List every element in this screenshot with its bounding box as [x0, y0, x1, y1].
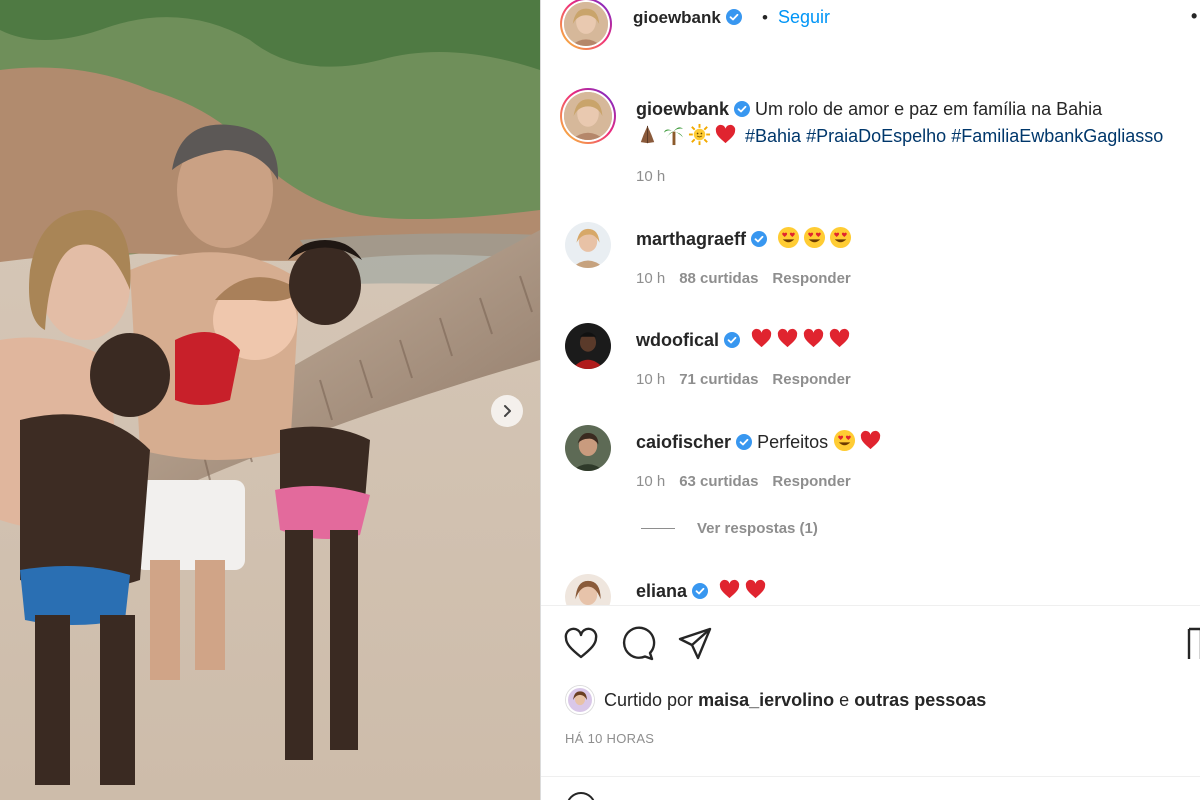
heart-eyes-icon [803, 226, 826, 249]
comment-body: eliana [636, 578, 770, 602]
comment-time[interactable]: 10 h [636, 473, 665, 490]
comment-body: wdoofical [636, 327, 854, 351]
comment-username[interactable]: wdoofical [636, 330, 719, 350]
comment-body: marthagraeff [636, 226, 855, 250]
red-heart-icon [750, 327, 773, 350]
liked-by-user[interactable]: maisa_iervolino [698, 690, 834, 711]
hashtag-familia[interactable]: #FamiliaEwbankGagliasso [951, 126, 1163, 146]
comment-time[interactable]: 10 h [636, 371, 665, 388]
liked-by-prefix: Curtido por [604, 689, 694, 710]
comments-list[interactable]: marthagraeff 10 h 88 curtidas Responder wd… [541, 200, 1200, 605]
comment-meta: 10 h 71 curtidas Responder [636, 371, 865, 388]
reply-button[interactable]: Responder [772, 270, 850, 287]
posted-ago[interactable]: HÁ 10 HORAS [565, 731, 654, 746]
view-replies-label[interactable]: Ver respostas (1) [697, 520, 818, 537]
comment-meta: 10 h 88 curtidas Responder [636, 270, 865, 287]
comment-time[interactable]: 10 h [636, 270, 665, 287]
author-username-text[interactable]: gioewbank [633, 8, 721, 27]
liker-avatar[interactable] [566, 686, 594, 714]
red-heart-icon [859, 429, 882, 452]
red-heart-icon [714, 123, 737, 146]
beach-family-photo [0, 0, 540, 800]
verified-badge-icon [751, 231, 768, 247]
comment-box-divider [541, 776, 1200, 777]
post-side-panel: gioewbank • Seguir • gioewbank Um rolo d… [540, 0, 1200, 800]
caption-avatar[interactable] [560, 88, 616, 144]
heart-eyes-icon [829, 226, 852, 249]
heart-eyes-icon [777, 226, 800, 249]
chevron-right-icon [504, 405, 511, 417]
post-header: gioewbank • Seguir • [541, 0, 1200, 50]
caption-text: Um rolo de amor e paz em família na Bahi… [755, 99, 1103, 119]
caption-avatar-image [564, 92, 612, 140]
comment-likes[interactable]: 63 curtidas [679, 473, 758, 490]
sun-face-icon [688, 123, 711, 146]
comment-body: caiofischer Perfeitos [636, 429, 885, 453]
replies-divider [641, 528, 675, 529]
commenter-avatar[interactable] [565, 323, 611, 369]
comment-item: marthagraeff 10 h 88 curtidas Responder [541, 222, 1200, 312]
comment-likes[interactable]: 88 curtidas [679, 270, 758, 287]
reply-button[interactable]: Responder [772, 473, 850, 490]
comment-username[interactable]: eliana [636, 581, 687, 601]
bookmark-icon [1187, 627, 1200, 659]
caption-text-block: gioewbank Um rolo de amor e paz em famíl… [636, 96, 1196, 150]
author-username[interactable]: gioewbank [633, 8, 742, 28]
verified-badge-icon [692, 583, 709, 599]
comment-text: Perfeitos [757, 432, 829, 452]
caption-username[interactable]: gioewbank [636, 99, 729, 119]
comment-item: wdoofical 10 h 71 curtidas Responder [541, 323, 1200, 413]
red-heart-icon [744, 578, 767, 601]
verified-badge-icon [724, 332, 741, 348]
comment-bubble-icon [622, 626, 656, 661]
verified-badge-icon [736, 434, 753, 450]
view-replies-button[interactable]: Ver respostas (1) [641, 520, 818, 537]
heart-icon [564, 627, 598, 659]
follow-button[interactable]: Seguir [778, 7, 830, 28]
comment-item: eliana [541, 574, 1200, 605]
red-heart-icon [718, 578, 741, 601]
comment-likes[interactable]: 71 curtidas [679, 371, 758, 388]
post-photo[interactable] [0, 0, 540, 800]
caption-time[interactable]: 10 h [636, 168, 665, 185]
commenter-avatar[interactable] [565, 222, 611, 268]
red-heart-icon [828, 327, 851, 350]
comment-meta: 10 h 63 curtidas Responder [636, 473, 865, 490]
emoji-picker-icon[interactable] [566, 792, 596, 800]
next-photo-button[interactable] [491, 395, 523, 427]
comment-button[interactable] [620, 626, 656, 662]
liked-by-others[interactable]: outras pessoas [854, 690, 986, 711]
verified-badge-icon [734, 101, 751, 117]
comment-item: caiofischer Perfeitos 10 h 63 curtidas Res… [541, 425, 1200, 515]
share-button[interactable] [677, 626, 713, 662]
author-avatar-image [564, 2, 608, 46]
comment-username[interactable]: caiofischer [636, 432, 731, 452]
header-separator: • [762, 8, 768, 27]
commenter-avatar[interactable] [565, 574, 611, 605]
folded-hands-icon [636, 123, 659, 146]
more-options-icon[interactable]: • [1191, 6, 1197, 27]
reply-button[interactable]: Responder [772, 371, 850, 388]
red-heart-icon [776, 327, 799, 350]
hashtag-praia-do-espelho[interactable]: #PraiaDoEspelho [806, 126, 946, 146]
verified-badge-icon [725, 9, 742, 25]
hashtag-bahia[interactable]: #Bahia [745, 126, 801, 146]
paper-plane-icon [678, 627, 712, 660]
author-avatar[interactable] [560, 0, 612, 50]
post-actions-bar: Curtido por maisa_iervolino e outras pes… [541, 605, 1200, 800]
red-heart-icon [802, 327, 825, 350]
liked-by-joiner: e [839, 689, 850, 710]
liked-by-line: Curtido por maisa_iervolino e outras pes… [566, 686, 986, 714]
palm-tree-icon [662, 123, 685, 146]
save-button[interactable] [1187, 626, 1200, 662]
commenter-avatar[interactable] [565, 425, 611, 471]
comment-username[interactable]: marthagraeff [636, 229, 746, 249]
like-button[interactable] [563, 626, 599, 662]
heart-eyes-icon [833, 429, 856, 452]
